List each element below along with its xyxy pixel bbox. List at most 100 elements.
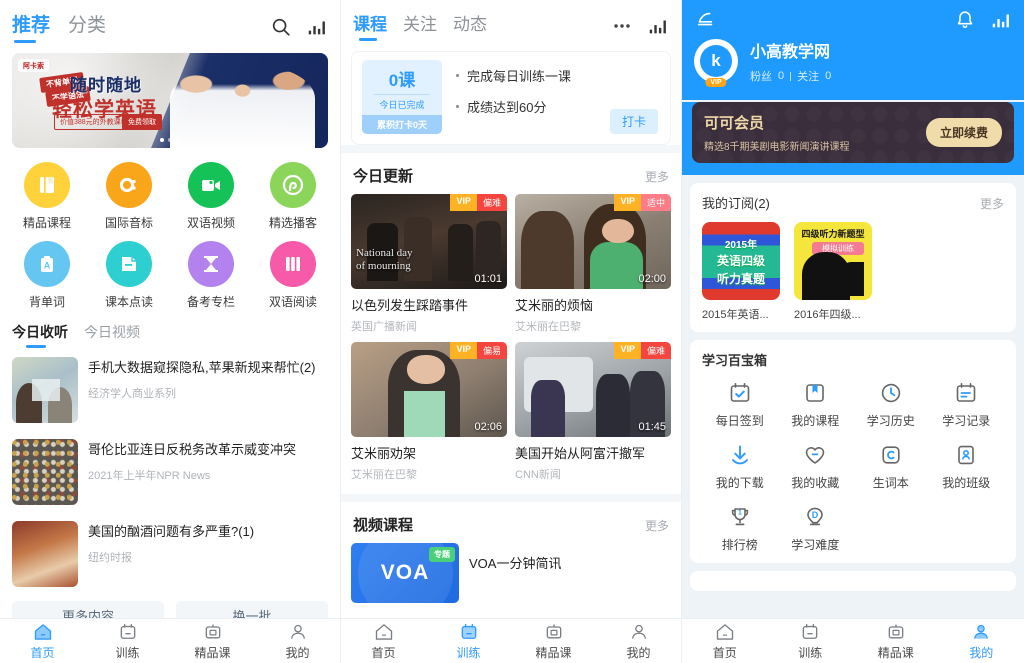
more-dots-icon[interactable] [611, 15, 633, 37]
tool-item-study-history[interactable]: 学习历史 [853, 381, 929, 429]
tool-item-study-record[interactable]: 学习记录 [929, 381, 1005, 429]
toolbox-title: 学习百宝箱 [702, 353, 768, 368]
tab-feed[interactable]: 动态 [453, 10, 487, 41]
tool-item-vocabulary-book[interactable]: 生词本 [853, 443, 929, 491]
tabbar-item-course[interactable]: 精品课 [853, 622, 939, 661]
category-item-shuangyuyuedu[interactable]: 双语阅读 [252, 241, 334, 310]
cover-line-3: 听力真题 [716, 271, 765, 286]
fans-count: 0 [778, 70, 785, 82]
tool-label: 生词本 [872, 476, 909, 490]
category-item-jingpinkecheng[interactable]: 精品课程 [6, 162, 88, 231]
search-icon[interactable] [270, 16, 292, 38]
profile-info[interactable]: k VIP 小高教学网 粉丝 0 关注 0 [694, 38, 1012, 87]
banner-pagination-dots[interactable] [160, 138, 180, 142]
more-content-button[interactable]: 更多内容 [12, 601, 164, 618]
category-label: 备考专栏 [186, 295, 235, 309]
list-item[interactable]: 美国的酗酒问题有多严重?(1) 纽约时报 [0, 513, 340, 595]
tabbar-item-home[interactable]: 首页 [682, 622, 768, 661]
banner-dot-1[interactable] [160, 138, 164, 142]
video-course-item[interactable]: VOA 专题 VOA一分钟简讯 [341, 543, 681, 603]
level-badge: 偏难 [476, 194, 507, 211]
tabbar-item-home[interactable]: 首页 [0, 622, 85, 661]
category-item-beikaozhuanlan[interactable]: 备考专栏 [170, 241, 252, 310]
video-duration: 01:01 [474, 273, 502, 285]
membership-banner[interactable]: 可可会员 精选8千期美剧电影新闻演讲课程 立即续费 [692, 102, 1014, 163]
tabbar-item-mine[interactable]: 我的 [939, 622, 1024, 661]
tabbar-item-training[interactable]: 训练 [426, 622, 511, 661]
list-item[interactable]: 哥伦比亚连日反税务改革示威变冲突 2021年上半年NPR News [0, 431, 340, 513]
segment-today-listen[interactable]: 今日收听 [12, 322, 68, 349]
panel-profile-scroll[interactable]: k VIP 小高教学网 粉丝 0 关注 0 可可会员 精选8千期美剧电影新闻演讲… [682, 0, 1024, 618]
tool-item-my-favorites[interactable]: 我的收藏 [778, 443, 854, 491]
bar-chart-icon[interactable] [990, 9, 1012, 31]
calendar-check-icon [730, 382, 750, 402]
category-item-kebendiandu[interactable]: 课本点读 [88, 241, 170, 310]
banner-dot-2[interactable] [168, 138, 172, 142]
topic-badge: 专题 [429, 547, 455, 562]
tabbar-item-training[interactable]: 训练 [85, 622, 170, 661]
tool-item-my-class[interactable]: 我的班级 [929, 443, 1005, 491]
video-thumbnail: VIP 偏难 01:45 [515, 342, 671, 437]
tool-item-daily-signin[interactable]: 每日签到 [702, 381, 778, 429]
goal-text: 成绩达到60分 [467, 100, 547, 115]
tool-item-my-downloads[interactable]: 我的下载 [702, 443, 778, 491]
panel-home-scroll[interactable]: 推荐 分类 阿卡索 不背单词 不学语法 随时随地 轻松学英语 价值388元的外教… [0, 0, 340, 618]
bar-chart-icon[interactable] [306, 16, 328, 38]
category-item-beidanci[interactable]: A 背单词 [6, 241, 88, 310]
tabbar-item-course[interactable]: 精品课 [170, 622, 255, 661]
tool-item-leaderboard[interactable]: 1 排行榜 [702, 505, 778, 553]
tab-course[interactable]: 课程 [353, 10, 387, 41]
tabbar-item-training[interactable]: 训练 [768, 622, 854, 661]
category-item-jingxuanboke[interactable]: 精选播客 [252, 162, 334, 231]
three-panel-screenshot: 推荐 分类 阿卡索 不背单词 不学语法 随时随地 轻松学英语 价值388元的外教… [0, 0, 1024, 663]
tabbar-item-mine[interactable]: 我的 [596, 622, 681, 661]
section-more-link[interactable]: 更多 [645, 168, 669, 185]
subscription-item[interactable]: 2015年 英语四级 听力真题 2015年英语... [702, 222, 780, 322]
video-card[interactable]: VIP 适中 02:00 艾米丽的烦恼 艾米丽在巴黎 [515, 194, 671, 334]
tab-follow[interactable]: 关注 [403, 10, 437, 41]
panel-training-scroll[interactable]: 课程 关注 动态 0课 今日已完成 累积打卡0天 完成每日训练一课 成绩达到60… [341, 0, 681, 618]
toolbox-header: 学习百宝箱 [702, 350, 1004, 369]
video-thumbnail: VIP 偏难 National day of mourning 01:01 [351, 194, 507, 289]
bell-icon[interactable] [954, 9, 976, 31]
video-badges: VIP 偏易 [450, 342, 507, 359]
category-label: 双语视频 [186, 216, 235, 230]
banner-cta-button[interactable]: 免费领取 [122, 114, 162, 130]
tool-item-my-courses[interactable]: 我的课程 [778, 381, 854, 429]
tabbar-item-course[interactable]: 精品课 [511, 622, 596, 661]
section-more-link[interactable]: 更多 [645, 517, 669, 534]
category-item-shuangyushipin[interactable]: 双语视频 [170, 162, 252, 231]
subscription-title: 我的订阅(2) [702, 196, 770, 211]
tool-label: 我的下载 [715, 476, 764, 490]
training-icon [120, 623, 135, 639]
bullet-dot [456, 105, 459, 108]
video-card[interactable]: VIP 偏易 02:06 艾米丽劝架 艾米丽在巴黎 [351, 342, 507, 482]
checkin-count-box: 0课 今日已完成 累积打卡0天 [362, 60, 442, 134]
segment-today-video[interactable]: 今日视频 [84, 322, 140, 349]
tabbar-item-home[interactable]: 首页 [341, 622, 426, 661]
video-card[interactable]: VIP 偏难 01:45 美国开始从阿富汗撤军 CNN新闻 [515, 342, 671, 482]
tabbar-item-mine[interactable]: 我的 [255, 622, 340, 661]
refresh-batch-button[interactable]: 换一批 [176, 601, 328, 618]
renew-button[interactable]: 立即续费 [925, 118, 1002, 147]
bar-chart-icon[interactable] [647, 15, 669, 37]
tool-item-study-difficulty[interactable]: D 学习难度 [778, 505, 854, 553]
tool-label: 我的收藏 [791, 476, 840, 490]
subscription-more-link[interactable]: 更多 [980, 195, 1004, 212]
tab-recommend[interactable]: 推荐 [12, 10, 50, 43]
checkin-button[interactable]: 打卡 [609, 109, 658, 134]
category-item-guojiyinbiao[interactable]: 国际音标 [88, 162, 170, 231]
banner-dot-3[interactable] [176, 138, 180, 142]
bottom-tabbar: 首页 训练 精品课 我的 [682, 618, 1024, 663]
night-mode-icon[interactable] [694, 9, 716, 31]
promo-banner[interactable]: 阿卡索 不背单词 不学语法 随时随地 轻松学英语 价值388元的外教课程 免费领… [12, 53, 328, 148]
tab-category[interactable]: 分类 [68, 10, 106, 43]
video-card[interactable]: VIP 偏难 National day of mourning 01:01 以色列… [351, 194, 507, 334]
panel-training: 课程 关注 动态 0课 今日已完成 累积打卡0天 完成每日训练一课 成绩达到60… [341, 0, 682, 663]
avatar[interactable]: k VIP [694, 39, 738, 87]
category-label: 精品课程 [22, 216, 71, 230]
video-title: 艾米丽劝架 [351, 446, 417, 461]
subscription-item[interactable]: 四级听力新题型 模拟训练 2016年四级... [794, 222, 872, 322]
list-item[interactable]: 手机大数据窥探隐私,苹果新规来帮忙(2) 经济学人商业系列 [0, 349, 340, 431]
svg-text:1: 1 [738, 510, 742, 517]
